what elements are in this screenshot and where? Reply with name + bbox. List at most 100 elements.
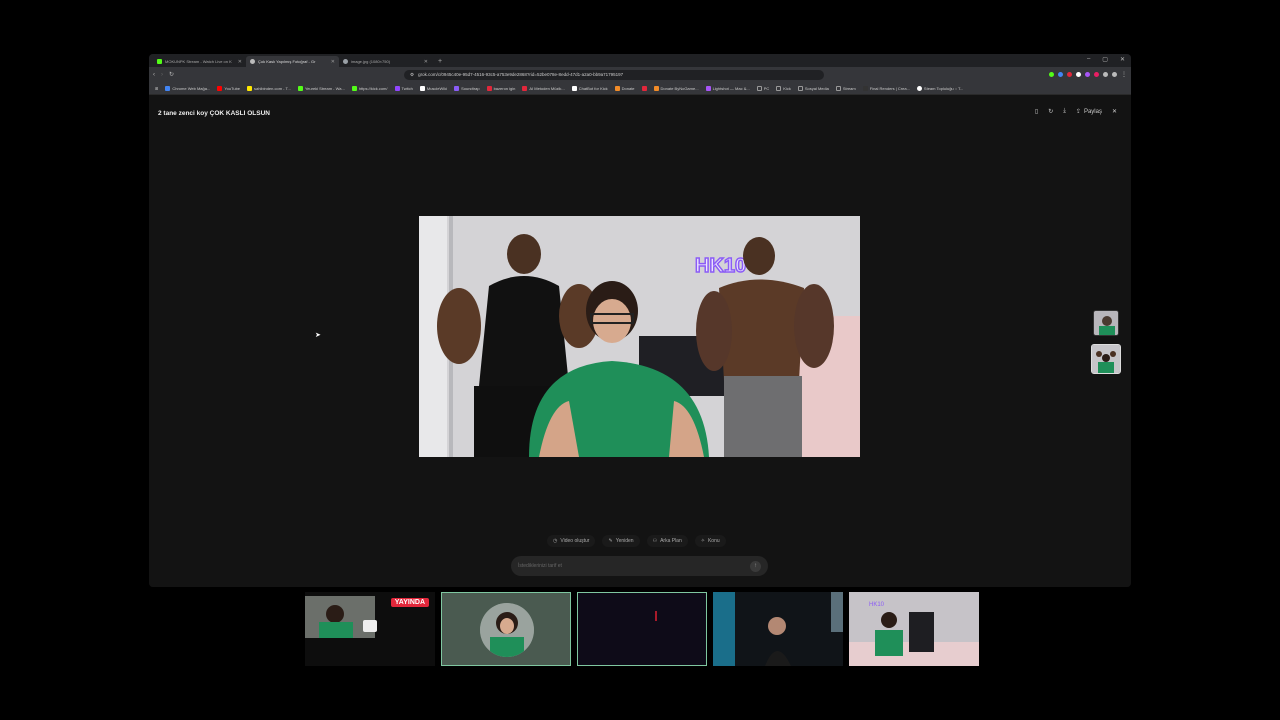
panel-icon[interactable]: ▯ [1035, 108, 1038, 115]
bookmark-folder[interactable]: Kick [776, 85, 791, 91]
bookmark[interactable]: Chrome Web Mağa... [165, 85, 210, 91]
chip-label: Arka Plan [660, 538, 682, 544]
bookmark-favicon-icon [454, 85, 460, 91]
prompt-input[interactable]: İstediklerinizi tarif et ↑ [511, 556, 768, 576]
tab-kick-stream[interactable]: MOKUNPK Stream - Watch Live on K ✕ [153, 56, 246, 67]
tab-grok[interactable]: Çok Kaslı Yapılmış Fotoğraf - Gr ✕ [246, 56, 339, 67]
bookmark-favicon-icon [641, 85, 647, 91]
send-button[interactable]: ↑ [750, 560, 761, 572]
site-info-icon[interactable]: ⚙ [410, 72, 414, 78]
url-text: grok.com/c/0945c40e-95d7-4516-93c5-a753e… [418, 72, 624, 77]
subject-chip[interactable]: ✧ Konu [694, 535, 726, 547]
bookmark[interactable]: Donate ByNoGame... [653, 85, 699, 91]
close-window-icon[interactable]: ✕ [1120, 56, 1125, 63]
minimize-icon[interactable]: – [1087, 56, 1090, 63]
bookmark-favicon-icon [419, 85, 425, 91]
bookmark-label: Kick [783, 85, 791, 91]
background-chip[interactable]: ⚇ Arka Plan [646, 535, 688, 547]
bookmark-label: Sosyal Media [804, 85, 829, 91]
bookmark[interactable]: Donate [614, 85, 635, 91]
bookmark-folder[interactable]: PC [756, 85, 770, 91]
bookmark-label: Donate ByNoGame... [660, 85, 699, 91]
bookmark[interactable]: MuscleWiki [419, 85, 448, 91]
bookmark-label: PC [763, 85, 770, 91]
share-button[interactable]: ⇪ Paylaş [1075, 108, 1102, 116]
avatar-image [480, 603, 534, 657]
extension-icon[interactable] [1112, 72, 1117, 77]
bookmark[interactable]: ChatBot for Kick [571, 85, 608, 91]
menu-icon[interactable]: ⋮ [1121, 71, 1127, 78]
thumbnail-image [1092, 345, 1120, 373]
camera-feed-image [713, 592, 843, 666]
extension-icon[interactable] [1058, 72, 1063, 77]
avatar [480, 603, 534, 657]
extension-icon[interactable] [1076, 72, 1081, 77]
bookmark-label: Final Renders | Crea... [869, 85, 910, 91]
share-icon: ⇪ [1075, 109, 1081, 115]
bookmark[interactable]: https://kick.com/ [351, 85, 388, 91]
bookmark-label: ChatBot for Kick [578, 85, 608, 91]
bookmark-folder[interactable]: Sosyal Media [797, 85, 829, 91]
bookmark-label: https://kick.com/ [358, 85, 388, 91]
camera-feed-live: YAYINDA [305, 592, 435, 666]
bookmark[interactable]: Yeureki Stream - Wa... [297, 85, 345, 91]
extension-icon[interactable] [1067, 72, 1072, 77]
camera-feed-room: HK10 [849, 592, 979, 666]
thumbnail-selected[interactable] [1091, 344, 1121, 374]
bookmarks-bar: ⊞ Chrome Web Mağa... YouTube sahibinden.… [149, 82, 1131, 95]
bookmark[interactable]: bazeron igin [486, 85, 515, 91]
new-tab-button[interactable]: + [432, 56, 448, 67]
forward-icon[interactable]: › [161, 72, 163, 78]
bookmark[interactable]: Lightshot — Mac &... [705, 85, 750, 91]
bookmark-label: YouTube [224, 85, 241, 91]
chip-label: Video oluştur [560, 538, 590, 544]
refresh-icon[interactable]: ↻ [1048, 108, 1053, 115]
bookmark[interactable]: Soundtrap [454, 85, 480, 91]
restore-icon[interactable]: ▢ [1102, 56, 1108, 63]
bookmark[interactable] [641, 85, 647, 91]
address-bar[interactable]: ⚙ grok.com/c/0945c40e-95d7-4516-93c5-a75… [404, 69, 825, 80]
download-icon[interactable]: ⤓ [1063, 108, 1066, 115]
folder-icon [797, 85, 803, 91]
close-tab-icon[interactable]: ✕ [238, 59, 242, 65]
people-icon: ⚇ [652, 538, 658, 544]
close-tab-icon[interactable]: ✕ [331, 59, 335, 65]
bookmark[interactable]: Twitch [394, 85, 413, 91]
bookmark-label: MuscleWiki [426, 85, 448, 91]
chip-label: Konu [707, 538, 720, 544]
generated-image[interactable]: HK10 [419, 216, 860, 457]
bookmark[interactable]: sahibinden.com - T... [247, 85, 291, 91]
tab-label: image.jpg (1080×750) [351, 59, 391, 64]
extension-icon[interactable] [1103, 72, 1108, 77]
extension-icon[interactable] [1085, 72, 1090, 77]
bookmark-label: AI Metoden Müzik... [529, 85, 565, 91]
extension-icon[interactable] [1094, 72, 1099, 77]
bookmark-label: Donate [621, 85, 635, 91]
close-tab-icon[interactable]: ✕ [424, 59, 428, 65]
bookmark[interactable]: Final Renders | Crea... [862, 85, 910, 91]
video-icon: ◷ [553, 538, 558, 544]
tab-image[interactable]: image.jpg (1080×750) ✕ [339, 56, 432, 67]
globe-icon [343, 59, 348, 64]
bookmark-folder[interactable]: Stream [835, 85, 856, 91]
bookmark[interactable]: YouTube [217, 85, 241, 91]
kick-icon [297, 85, 303, 91]
bookmark-favicon-icon [571, 85, 577, 91]
bookmark-favicon-icon [486, 85, 492, 91]
camera-feed-dark [577, 592, 707, 666]
bookmark[interactable]: Steam Topluluğu :: T... [916, 85, 963, 91]
bookmark-favicon-icon [653, 85, 659, 91]
extension-icon[interactable] [1049, 72, 1054, 77]
reload-icon[interactable]: ↻ [169, 71, 174, 78]
bookmark[interactable]: AI Metoden Müzik... [522, 85, 565, 91]
apps-grid-icon[interactable]: ⊞ [155, 86, 158, 91]
thumbnail-image [1094, 311, 1118, 335]
thumbnail[interactable] [1093, 310, 1119, 336]
close-icon[interactable]: ✕ [1112, 108, 1117, 115]
bookmark-label: Lightshot — Mac &... [712, 85, 750, 91]
steam-icon [916, 85, 922, 91]
tab-label: MOKUNPK Stream - Watch Live on K [165, 59, 232, 64]
redo-chip[interactable]: ✎ Yeniden [602, 535, 640, 547]
back-icon[interactable]: ‹ [153, 72, 155, 78]
make-video-chip[interactable]: ◷ Video oluştur [547, 535, 596, 547]
